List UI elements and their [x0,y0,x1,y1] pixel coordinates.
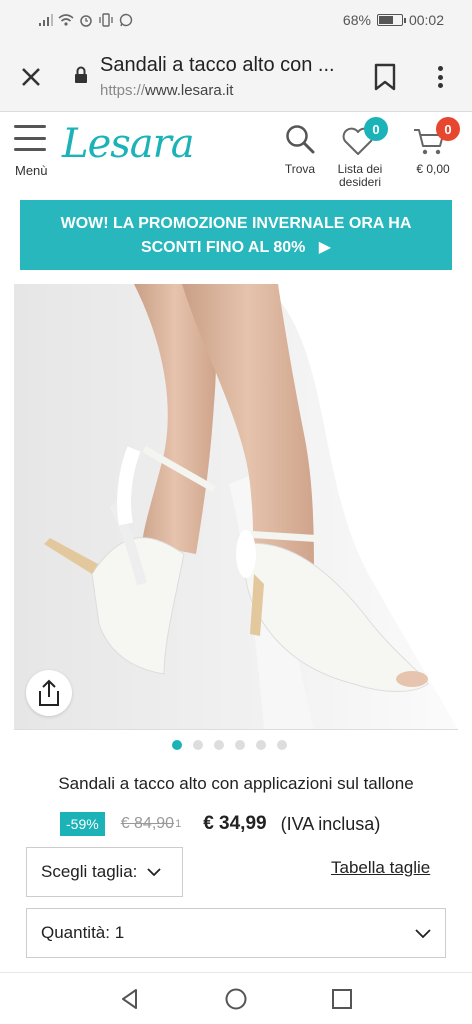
chevron-down-icon [147,868,162,877]
quantity-select[interactable]: Quantità: 1 [26,908,446,958]
gallery-dot[interactable] [256,740,266,750]
promo-line2-row: SCONTI FINO AL 80% ▶ [20,236,452,260]
gallery-dot[interactable] [214,740,224,750]
gallery-dot[interactable] [277,740,287,750]
discount-badge: -59% [60,812,105,836]
play-arrow-icon: ▶ [318,239,332,256]
more-options-icon[interactable] [430,62,450,92]
cart-count-badge: 0 [436,117,460,141]
site-header: Menù Lesara Trova 0 Lista dei desideri 0… [0,113,472,195]
signal-icon [39,14,53,26]
cart-total[interactable]: € 0,00 [410,163,456,176]
url-protocol: https:// [100,82,146,99]
vibrate-icon [99,13,113,27]
size-select-label: Scegli taglia: [41,862,138,881]
wifi-icon [58,14,74,26]
status-bar: 68% 00:02 [0,0,472,40]
quantity-label: Quantità: 1 [41,923,125,942]
product-title: Sandali a tacco alto con applicazioni su… [58,774,414,793]
battery-percent: 68% [342,12,371,28]
home-icon[interactable] [224,987,248,1011]
page-title: Sandali a tacco alto con ... [100,54,335,76]
old-price: € 84,90 [120,815,175,832]
back-icon[interactable] [118,987,142,1011]
whatsapp-icon [119,13,133,27]
url-bar[interactable]: https://www.lesara.it [100,82,233,99]
wishlist-label-line1: Lista dei [337,162,383,176]
promo-line2: SCONTI FINO AL 80% [140,239,306,256]
price-row: -59% € 84,90 1 € 34,99 (IVA inclusa) [60,810,380,838]
promo-banner[interactable]: WOW! LA PROMOZIONE INVERNALE ORA HA SCON… [20,200,452,270]
clock: 00:02 [408,12,444,28]
gallery-pagination[interactable] [172,740,287,750]
status-icons [38,13,134,27]
alarm-icon [80,15,92,27]
gallery-dot[interactable] [235,740,245,750]
gallery-dot[interactable] [193,740,203,750]
current-price: € 34,99 [203,813,267,834]
size-chart-link[interactable]: Tabella taglie [331,858,430,878]
vat-note: (IVA inclusa) [280,813,381,834]
hamburger-menu-icon[interactable] [14,125,46,151]
menu-label[interactable]: Menù [15,163,48,178]
lesara-logo[interactable]: Lesara [62,121,195,167]
bookmark-icon[interactable] [372,62,398,92]
wishlist-label[interactable]: Lista dei desideri [330,163,390,189]
old-price-footnote: 1 [175,818,182,830]
size-select[interactable]: Scegli taglia: [26,847,183,897]
product-photo-illustration [14,284,458,729]
share-icon [39,679,59,706]
chevron-down-icon [415,929,431,939]
product-image[interactable] [14,284,458,730]
url-domain: www.lesara.it [145,82,234,99]
gallery-dot[interactable] [172,740,182,750]
wishlist-count-badge: 0 [364,117,388,141]
close-icon[interactable] [16,62,46,92]
recent-apps-icon[interactable] [330,987,354,1011]
lock-icon [75,66,87,83]
wishlist-label-line2: desideri [338,175,382,189]
promo-line1: WOW! LA PROMOZIONE INVERNALE ORA HA [60,215,412,232]
share-button[interactable] [26,670,72,716]
search-label[interactable]: Trova [282,163,318,176]
system-navigation-bar [0,972,472,1024]
search-icon[interactable] [284,123,316,155]
battery-icon [376,14,406,26]
browser-toolbar: Sandali a tacco alto con ... https://www… [0,40,472,112]
